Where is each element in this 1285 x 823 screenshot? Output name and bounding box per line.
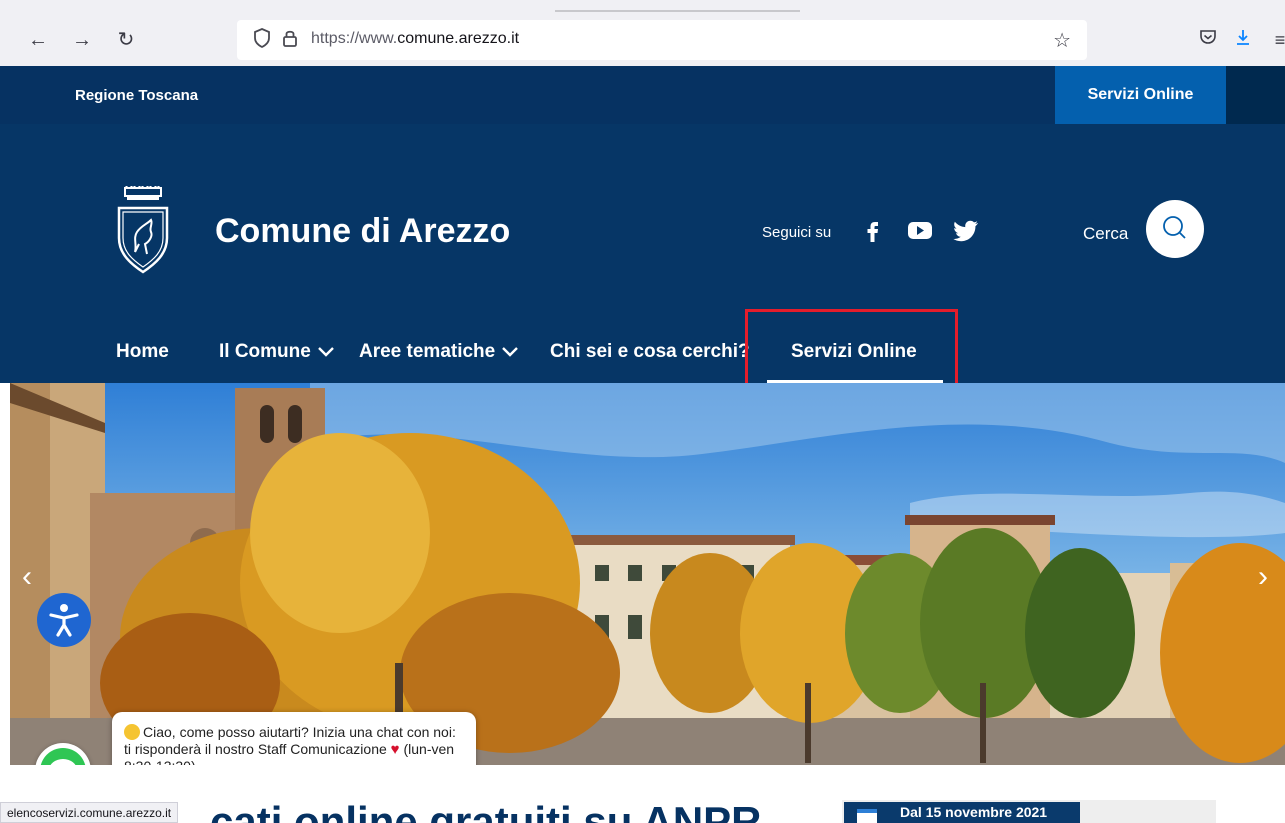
twitter-icon[interactable]	[953, 216, 981, 244]
url-domain: comune.arezzo.it	[397, 30, 520, 47]
region-bar: Regione Toscana Servizi Online	[0, 66, 1285, 124]
facebook-icon[interactable]	[859, 216, 887, 244]
smile-emoji-icon	[124, 724, 140, 740]
search-icon	[1163, 216, 1186, 239]
lock-icon[interactable]	[279, 28, 301, 50]
search-label: Cerca	[1083, 224, 1129, 243]
browser-toolbar: ← → ↻ https://www.comune.arezzo.it ☆ ≡	[0, 0, 1285, 66]
menu-icon[interactable]: ≡	[1268, 28, 1285, 52]
online-services-top-button[interactable]: Servizi Online	[1055, 66, 1226, 124]
pocket-icon[interactable]	[1196, 28, 1220, 52]
nav-aree-tematiche[interactable]: Aree tematiche	[359, 341, 519, 363]
search-button[interactable]	[1146, 200, 1204, 258]
news-card[interactable]: Dal 15 novembre 2021	[842, 800, 1216, 823]
piazza-photo	[10, 383, 1285, 765]
bookmark-star-icon[interactable]: ☆	[1053, 28, 1071, 53]
carousel-prev-icon[interactable]: ‹	[22, 560, 32, 594]
nav-home[interactable]: Home	[116, 341, 169, 363]
chevron-down-icon	[502, 347, 519, 357]
site-header: Comune di Arezzo Seguici su Cerca Home I…	[0, 124, 1285, 390]
shield-icon[interactable]	[251, 28, 273, 50]
accessibility-button[interactable]	[37, 593, 91, 647]
youtube-icon[interactable]	[906, 216, 934, 244]
arezzo-crest-logo[interactable]	[113, 186, 173, 276]
news-headline[interactable]: cati online gratuiti su ANPR	[210, 798, 762, 823]
main-navigation: Home Il Comune Aree tematiche Chi sei e …	[0, 329, 1285, 383]
download-icon[interactable]	[1231, 28, 1255, 52]
carousel-next-icon[interactable]: ›	[1258, 560, 1268, 594]
site-title[interactable]: Comune di Arezzo	[215, 212, 510, 251]
back-icon[interactable]: ←	[26, 28, 50, 52]
tab-strip-line	[555, 10, 800, 12]
top-strip-end	[1226, 66, 1285, 124]
region-link[interactable]: Regione Toscana	[75, 87, 198, 104]
news-section: cati online gratuiti su ANPR Dal 15 nove…	[0, 765, 1285, 823]
nav-chi-sei-label: Chi sei e cosa cerchi?	[550, 341, 750, 362]
nav-il-comune[interactable]: Il Comune	[219, 341, 335, 363]
calendar-icon	[857, 809, 877, 823]
chevron-down-icon	[317, 347, 334, 357]
nav-chi-sei[interactable]: Chi sei e cosa cerchi?	[550, 341, 750, 363]
follow-label: Seguici su	[762, 224, 832, 241]
hero-carousel-image	[10, 383, 1285, 765]
nav-aree-tematiche-label: Aree tematiche	[359, 341, 496, 362]
news-date: Dal 15 novembre 2021	[900, 804, 1048, 820]
url-prefix: https://www.	[311, 30, 398, 47]
accessibility-icon	[49, 604, 79, 637]
url-text[interactable]: https://www.comune.arezzo.it	[311, 30, 519, 48]
highlight-annotation-box	[745, 309, 958, 390]
heart-icon: ♥	[390, 741, 400, 758]
nav-il-comune-label: Il Comune	[219, 341, 311, 362]
reload-icon[interactable]: ↻	[114, 28, 138, 52]
forward-icon[interactable]: →	[70, 28, 94, 52]
status-bar-url: elencoservizi.comune.arezzo.it	[0, 802, 179, 823]
nav-home-label: Home	[116, 341, 169, 362]
address-bar[interactable]: https://www.comune.arezzo.it ☆	[237, 20, 1087, 60]
